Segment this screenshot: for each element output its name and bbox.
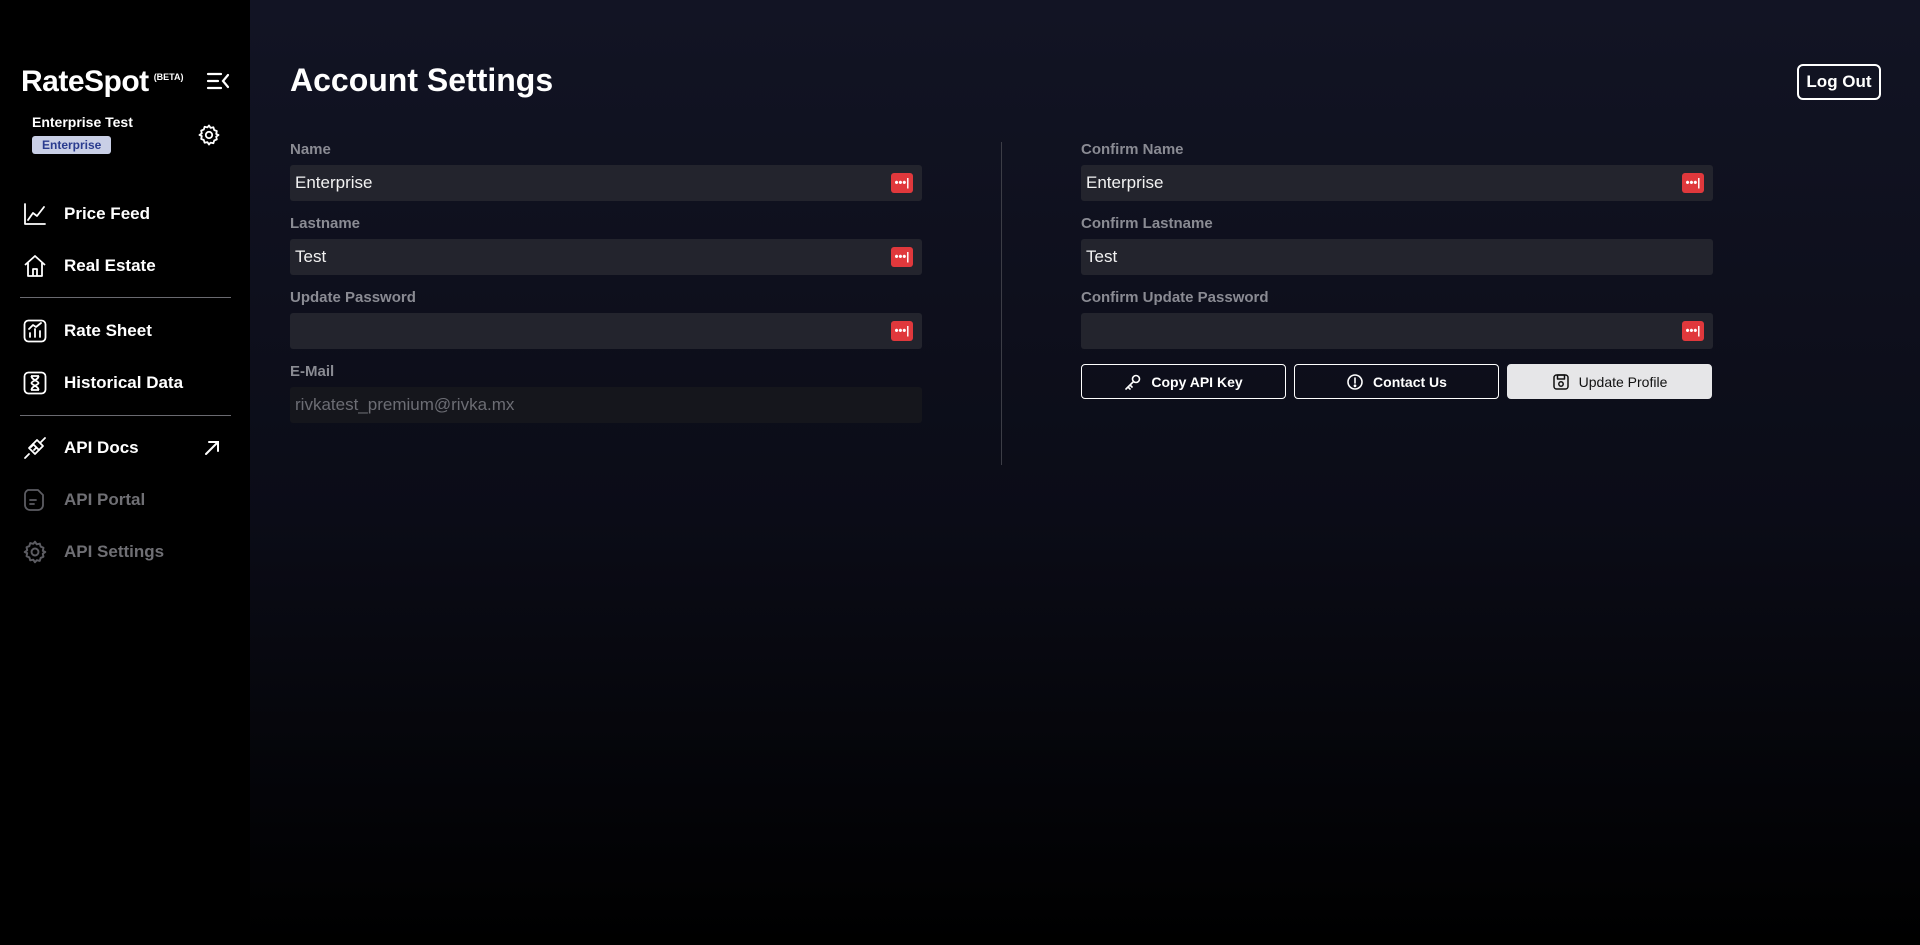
- external-link-icon: [202, 438, 222, 458]
- nav-item-rate-sheet[interactable]: Rate Sheet: [20, 311, 230, 351]
- password-manager-icon[interactable]: •••|: [891, 173, 913, 193]
- nav-item-historical-data[interactable]: Historical Data: [20, 363, 230, 403]
- line-chart-icon: [20, 199, 50, 229]
- document-icon: [20, 485, 50, 515]
- update-profile-label: Update Profile: [1578, 373, 1668, 390]
- nav-item-real-estate[interactable]: Real Estate: [20, 246, 230, 286]
- nav-label-historical-data: Historical Data: [64, 373, 184, 392]
- key-icon: [1124, 373, 1142, 391]
- lastname-label: Lastname: [290, 215, 361, 232]
- nav-label-api-settings: API Settings: [64, 542, 165, 561]
- plan-badge: Enterprise: [32, 136, 112, 154]
- nav-label-api-portal: API Portal: [64, 490, 146, 509]
- confirm-name-field[interactable]: Enterprise •••|: [1081, 165, 1713, 201]
- brand-logo: RateSpot: [21, 65, 149, 98]
- confirm-lastname-value: Test: [1086, 247, 1118, 266]
- contact-us-button[interactable]: Contact Us: [1294, 364, 1499, 399]
- home-icon: [20, 251, 50, 281]
- update-password-label: Update Password: [290, 289, 416, 306]
- user-settings-gear-icon[interactable]: [196, 122, 222, 148]
- gear-icon: [20, 537, 50, 567]
- update-password-field[interactable]: •••|: [290, 313, 922, 349]
- email-field: rivkatest_premium@rivka.mx: [290, 387, 922, 423]
- email-label: E-Mail: [290, 363, 335, 380]
- confirm-password-field[interactable]: •••|: [1081, 313, 1713, 349]
- hourglass-icon: [20, 368, 50, 398]
- logout-button[interactable]: Log Out: [1797, 64, 1881, 100]
- user-name: Enterprise Test: [32, 114, 133, 130]
- password-manager-icon[interactable]: •••|: [1682, 321, 1704, 341]
- nav-item-api-settings[interactable]: API Settings: [20, 532, 230, 572]
- contact-us-label: Contact Us: [1373, 373, 1447, 390]
- nav-divider: [20, 415, 231, 416]
- confirm-lastname-label: Confirm Lastname: [1081, 215, 1213, 232]
- beta-tag: (BETA): [153, 72, 184, 82]
- nav-label-real-estate: Real Estate: [64, 256, 156, 275]
- confirm-name-value: Enterprise: [1086, 173, 1164, 192]
- confirm-name-label: Confirm Name: [1081, 141, 1184, 158]
- confirm-lastname-field[interactable]: Test: [1081, 239, 1713, 275]
- nav-item-api-portal[interactable]: API Portal: [20, 480, 230, 520]
- copy-api-key-label: Copy API Key: [1151, 373, 1243, 390]
- lastname-value: Test: [295, 247, 327, 266]
- brand-row: RateSpot (BETA): [21, 62, 231, 102]
- nav-label-rate-sheet: Rate Sheet: [64, 321, 152, 340]
- password-manager-icon[interactable]: •••|: [1682, 173, 1704, 193]
- page-title: Account Settings: [290, 62, 554, 98]
- lastname-field[interactable]: Test •••|: [290, 239, 922, 275]
- nav-item-api-docs[interactable]: API Docs: [20, 428, 230, 468]
- plug-icon: [20, 433, 50, 463]
- nav-label-price-feed: Price Feed: [64, 204, 150, 223]
- nav-item-price-feed[interactable]: Price Feed: [20, 194, 230, 234]
- name-field[interactable]: Enterprise •••|: [290, 165, 922, 201]
- user-block: Enterprise Test Enterprise: [32, 114, 222, 160]
- email-value: rivkatest_premium@rivka.mx: [295, 395, 515, 414]
- column-divider: [1001, 142, 1002, 465]
- collapse-sidebar-icon[interactable]: [205, 70, 231, 92]
- confirm-password-label: Confirm Update Password: [1081, 289, 1269, 306]
- save-icon: [1552, 373, 1570, 391]
- main-content: Account Settings Log Out Name Enterprise…: [250, 0, 1920, 945]
- update-profile-button[interactable]: Update Profile: [1507, 364, 1712, 399]
- sidebar: RateSpot (BETA) Enterprise Test Enterpri…: [0, 0, 250, 945]
- nav-divider: [20, 297, 231, 298]
- name-label: Name: [290, 141, 331, 158]
- bar-chart-icon: [20, 316, 50, 346]
- name-value: Enterprise: [295, 173, 373, 192]
- info-icon: [1346, 373, 1364, 391]
- password-manager-icon[interactable]: •••|: [891, 321, 913, 341]
- copy-api-key-button[interactable]: Copy API Key: [1081, 364, 1286, 399]
- password-manager-icon[interactable]: •••|: [891, 247, 913, 267]
- nav-label-api-docs: API Docs: [64, 438, 139, 457]
